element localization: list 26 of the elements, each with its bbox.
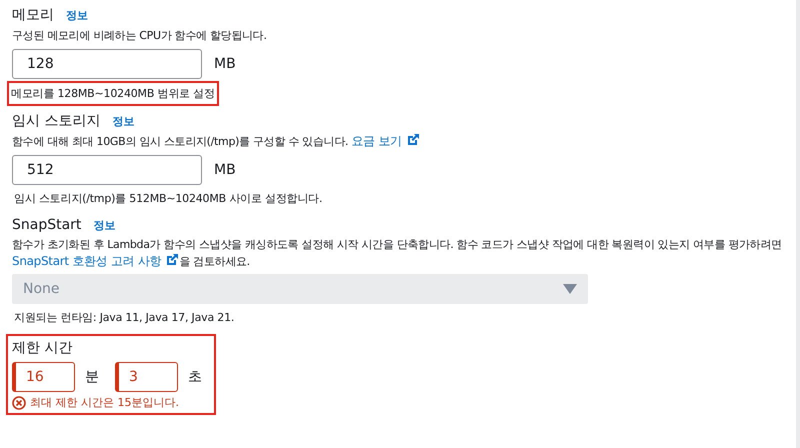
- info-link[interactable]: 정보: [112, 114, 134, 129]
- field-label: 제한 시간: [12, 339, 72, 357]
- external-link-icon: [406, 133, 420, 147]
- field-description: 구성된 메모리에 비례하는 CPU가 함수에 할당됩니다.: [12, 28, 268, 44]
- unit-label: 분: [85, 368, 99, 386]
- field-label: SnapStart: [12, 217, 82, 233]
- info-link[interactable]: 정보: [66, 8, 88, 23]
- pricing-link[interactable]: 요금 보기: [351, 134, 420, 148]
- caret-icon: [563, 284, 577, 294]
- constraint-text: 임시 스토리지(/tmp)를 512MB~10240MB 사이로 설정합니다.: [13, 191, 324, 207]
- number-field[interactable]: 3: [115, 362, 178, 392]
- number-field[interactable]: 16: [12, 362, 75, 392]
- external-link-icon: [165, 253, 180, 267]
- constraint-text: 메모리를 128MB~10240MB 범위로 설정: [9, 83, 217, 104]
- unit-label: MB: [214, 56, 236, 72]
- field-description: 함수에 대해 최대 10GB의 임시 스토리지(/tmp)를 구성할 수 있습니다. 요금 보기: [12, 133, 784, 150]
- error-icon: [12, 396, 26, 410]
- unit-label: MB: [214, 162, 236, 178]
- field-label: 메모리: [12, 6, 54, 24]
- unit-label: 초: [188, 368, 202, 386]
- error-message: 최대 제한 시간은 15분입니다.: [30, 395, 179, 410]
- number-field[interactable]: 128: [12, 49, 202, 79]
- field-label: 임시 스토리지: [12, 112, 100, 130]
- number-field[interactable]: 512: [12, 155, 202, 185]
- field-description: 함수가 초기화된 후 Lambda가 함수의 스냅샷을 캐싱하도록 설정해 시작 시간을 단축합니다. 함수 코드가 스냅샷 작업에 대한 복원력이 있는지 여부를 평가하려면 SnapStart 호환성 고려 사항 을 검토하세요.: [12, 237, 783, 270]
- constraint-text: 지원되는 런타임: Java 11, Java 17, Java 21.: [13, 310, 236, 326]
